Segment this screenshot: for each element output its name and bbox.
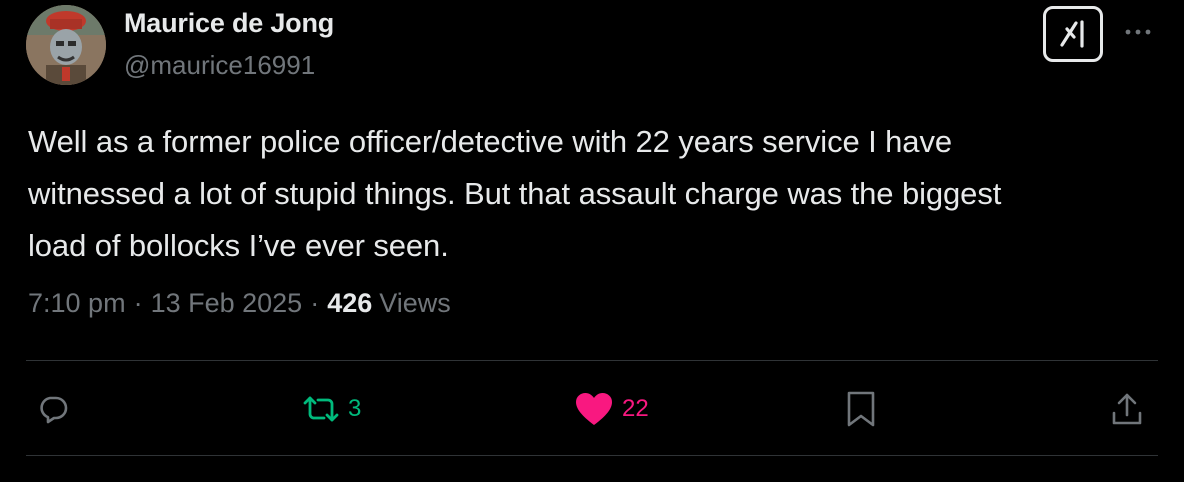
like-button[interactable]: 22 [574,388,649,430]
retweet-icon [303,396,339,422]
share-icon [1112,393,1142,425]
retweet-count: 3 [348,395,362,422]
author-display-name[interactable]: Maurice de Jong [124,8,334,39]
tweet-time[interactable]: 7:10 pm [28,288,126,319]
grok-icon [1060,20,1084,48]
retweet-button[interactable]: 3 [302,388,361,430]
divider [26,455,1158,456]
views-count: 426 [327,288,373,318]
tweet-text: Well as a former police officer/detectiv… [28,124,1002,263]
reply-button[interactable] [38,388,68,430]
author-handle[interactable]: @maurice16991 [124,50,315,81]
tweet-date[interactable]: 13 Feb 2025 [151,288,303,319]
divider [26,360,1158,361]
bookmark-icon [847,391,875,427]
tweet: Maurice de Jong @maurice16991 Well as a … [0,0,1184,482]
more-icon [1125,29,1151,35]
meta-separator: · [310,288,320,318]
avatar-image [26,5,106,85]
grok-button[interactable] [1043,6,1103,62]
like-count: 22 [622,395,649,422]
share-button[interactable] [1110,388,1144,430]
heart-icon [576,393,612,425]
more-button[interactable] [1122,16,1154,48]
bookmark-button[interactable] [845,388,877,430]
tweet-meta: 7:10 pm · 13 Feb 2025 · 426 Views [28,288,451,319]
views-label: Views [379,288,451,318]
meta-separator: · [133,288,143,318]
reply-icon [40,396,68,424]
avatar[interactable] [26,5,106,85]
